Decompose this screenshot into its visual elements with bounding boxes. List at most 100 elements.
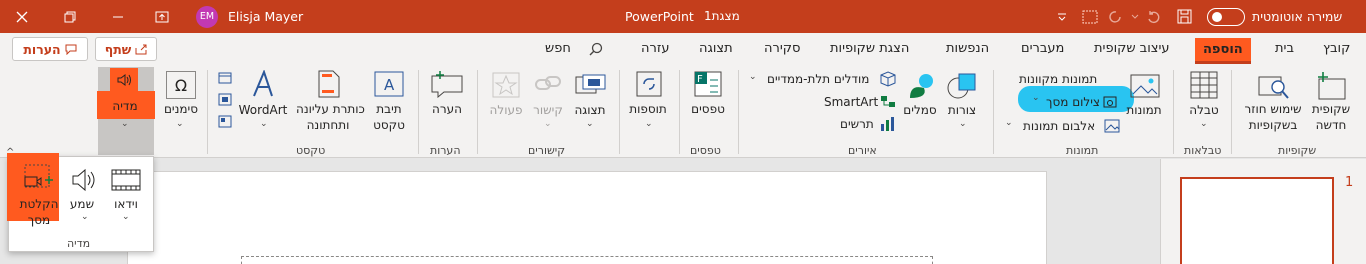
minimize-button[interactable] [104, 0, 132, 33]
svg-text:F: F [697, 74, 703, 85]
icons-button[interactable]: סמלים [902, 103, 938, 118]
tab-file[interactable]: קובץ [1323, 39, 1350, 64]
close-button[interactable] [8, 0, 36, 33]
redo-button[interactable] [1104, 0, 1128, 33]
document-title[interactable]: מצגת1 [704, 0, 740, 33]
reuse-slides-line1[interactable]: שימוש חוזר [1240, 102, 1306, 117]
toggle-knob [1212, 11, 1222, 22]
textbox-line1[interactable]: תיבת [368, 102, 410, 117]
redo-icon [1109, 10, 1121, 23]
group-divider [418, 70, 419, 154]
group-divider [679, 70, 680, 154]
photo-album-button[interactable]: אלבום תמונות [1023, 118, 1095, 134]
tab-home[interactable]: בית [1275, 39, 1294, 64]
slide-thumbnail[interactable] [1180, 177, 1334, 264]
pictures-button[interactable]: תמונות [1122, 103, 1166, 118]
comments-button[interactable]: הערות [12, 37, 88, 61]
tab-transitions[interactable]: מעברים [1021, 39, 1064, 64]
addins-button[interactable]: תוספות [624, 102, 672, 117]
tab-view[interactable]: תצוגה [699, 39, 733, 64]
screen-recording-line1[interactable]: הקלטת [11, 197, 67, 212]
customize-qat-button[interactable] [1054, 0, 1070, 33]
restore-button[interactable] [56, 0, 84, 33]
ribbon-insert: מדיה ⌄ Ω סימנים ⌄ WordArt ⌄ כותרת עליונה… [0, 66, 1366, 158]
tab-insert[interactable]: הוספה [1195, 38, 1251, 64]
title-placeholder[interactable] [241, 256, 933, 264]
group-label-comments: הערות [430, 144, 461, 157]
3d-model-icon [880, 71, 896, 90]
smartart-button[interactable]: SmartArt [824, 94, 878, 110]
chevron-down-icon: ⌄ [749, 72, 757, 82]
textbox-line2[interactable]: טקסט [368, 118, 410, 133]
from-beginning-button[interactable] [1078, 0, 1102, 33]
chevron-down-icon: ⌄ [122, 212, 130, 222]
textbox-icon: A [374, 71, 404, 100]
new-slide-line1[interactable]: שקופית [1308, 102, 1354, 117]
share-button[interactable]: שתף [95, 37, 157, 61]
save-button[interactable] [1172, 0, 1196, 33]
group-label-text: טקסט [296, 144, 326, 157]
avatar[interactable]: EM [196, 0, 218, 33]
media-group-label: מדיה [67, 237, 91, 250]
audio-button[interactable]: שמע [67, 197, 97, 212]
wordart-button[interactable]: WordArt [238, 103, 288, 118]
save-icon [1177, 9, 1191, 24]
undo-button[interactable] [1142, 0, 1166, 33]
symbols-button[interactable]: סימנים [160, 102, 202, 117]
group-label-forms: טפסים [690, 144, 721, 157]
chart-button[interactable]: תרשים [840, 116, 874, 132]
tab-help[interactable]: עזרה [641, 39, 669, 64]
slide-thumbnail-pane: 1 [1160, 159, 1366, 264]
object-icon [218, 115, 232, 131]
zoom-button[interactable]: תצוגה [570, 103, 610, 118]
slide-number: 1 [1345, 175, 1354, 190]
tab-design[interactable]: עיצוב שקופית [1094, 39, 1170, 64]
header-footer-line1[interactable]: כותרת עליונה [296, 102, 365, 117]
slide-number-icon [218, 93, 232, 109]
action-button[interactable]: פעולה [486, 103, 526, 118]
addins-icon [636, 71, 662, 100]
search-box[interactable]: חפש [545, 39, 571, 64]
table-button[interactable]: טבלה [1184, 103, 1224, 118]
comment-button[interactable]: הערה [428, 102, 466, 117]
header-footer-line2[interactable]: ותחתונה [296, 118, 360, 133]
group-label-tables: טבלאות [1184, 144, 1222, 157]
chevron-down-icon [1058, 13, 1066, 21]
comment-icon [65, 44, 77, 55]
chevron-down-icon: ⌄ [645, 119, 653, 129]
autosave-toggle[interactable] [1207, 0, 1245, 33]
3d-models-button[interactable]: מודלים תלת-ממדיים [767, 71, 869, 87]
comments-label: הערות [23, 41, 61, 57]
shapes-icon [947, 72, 977, 103]
online-pictures-button[interactable]: תמונות מקוונות [1019, 71, 1097, 87]
app-title: PowerPoint [625, 9, 694, 24]
group-divider [1173, 70, 1174, 154]
group-label-slides: שקופיות [1278, 144, 1317, 157]
group-divider [738, 70, 739, 154]
slide-canvas[interactable] [127, 171, 1047, 264]
tab-review[interactable]: סקירה [764, 39, 800, 64]
chevron-down-icon [1131, 14, 1139, 19]
share-label: שתף [104, 41, 132, 57]
user-name[interactable]: Elisja Mayer [228, 0, 303, 33]
tab-slideshow[interactable]: הצגת שקופיות [830, 39, 909, 64]
autosave-label: שמירה אוטומטית [1252, 9, 1343, 24]
screenshot-button[interactable]: צילום מסך [1046, 94, 1100, 110]
undo-dropdown[interactable] [1128, 0, 1142, 33]
slideshow-icon [1082, 10, 1098, 23]
tab-animations[interactable]: הנפשות [946, 39, 989, 64]
zoom-icon [575, 74, 607, 99]
forms-icon: F [694, 71, 722, 100]
screen-recording-line2[interactable]: מסך [11, 213, 67, 228]
reuse-slides-line2[interactable]: בשקופיות [1240, 118, 1306, 133]
search-icon [589, 42, 603, 59]
forms-button[interactable]: טפסים [686, 102, 730, 117]
new-slide-line2[interactable]: חדשה [1308, 118, 1354, 133]
chart-icon [880, 116, 896, 135]
ribbon-display-options-button[interactable] [148, 0, 176, 33]
video-button[interactable]: וידאו [109, 197, 143, 212]
photo-album-icon [1104, 119, 1120, 136]
close-icon [16, 11, 28, 22]
shapes-button[interactable]: צורות [942, 103, 982, 118]
link-button[interactable]: קישור [530, 103, 566, 118]
